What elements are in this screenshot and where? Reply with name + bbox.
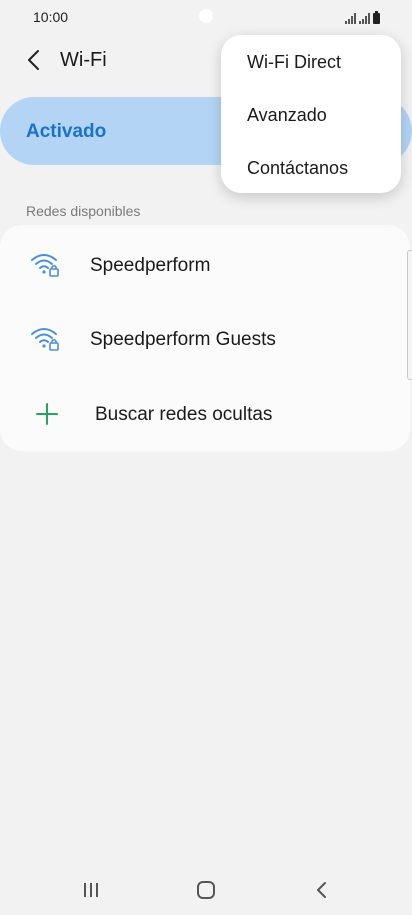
overflow-menu: Wi-Fi Direct Avanzado Contáctanos	[221, 35, 401, 193]
menu-item-contact[interactable]: Contáctanos	[247, 158, 348, 179]
menu-item-advanced[interactable]: Avanzado	[247, 105, 327, 126]
back-button[interactable]	[20, 46, 48, 74]
status-icons	[345, 10, 380, 24]
add-network-label: Buscar redes ocultas	[95, 404, 273, 425]
back-nav-button[interactable]	[307, 875, 337, 905]
wifi-lock-icon	[31, 328, 59, 351]
section-header: Redes disponibles	[26, 203, 141, 219]
signal-icon	[345, 13, 356, 24]
network-name: Speedperform Guests	[90, 329, 276, 350]
recents-icon	[84, 883, 98, 897]
navigation-bar	[0, 863, 412, 915]
status-bar: 10:00	[0, 0, 412, 36]
status-time: 10:00	[33, 9, 69, 25]
scrollbar[interactable]	[407, 250, 412, 380]
signal-icon	[359, 13, 370, 24]
network-item[interactable]: Speedperform	[0, 228, 410, 300]
menu-item-wifi-direct[interactable]: Wi-Fi Direct	[247, 52, 341, 73]
page-title: Wi-Fi	[60, 49, 107, 71]
home-icon	[197, 881, 215, 899]
home-button[interactable]	[191, 875, 221, 905]
wifi-lock-icon	[31, 254, 59, 277]
back-icon	[317, 882, 326, 898]
battery-icon	[373, 11, 380, 24]
add-hidden-network-button[interactable]: Buscar redes ocultas	[0, 377, 410, 449]
camera-cutout	[199, 9, 213, 23]
chevron-left-icon	[28, 50, 39, 70]
network-item[interactable]: Speedperform Guests	[0, 302, 410, 374]
network-name: Speedperform	[90, 255, 211, 276]
recents-button[interactable]	[76, 875, 106, 905]
network-list: Speedperform Speedperform Guests Buscar …	[0, 225, 410, 451]
wifi-toggle-label: Activado	[26, 121, 107, 142]
plus-icon	[36, 403, 58, 425]
